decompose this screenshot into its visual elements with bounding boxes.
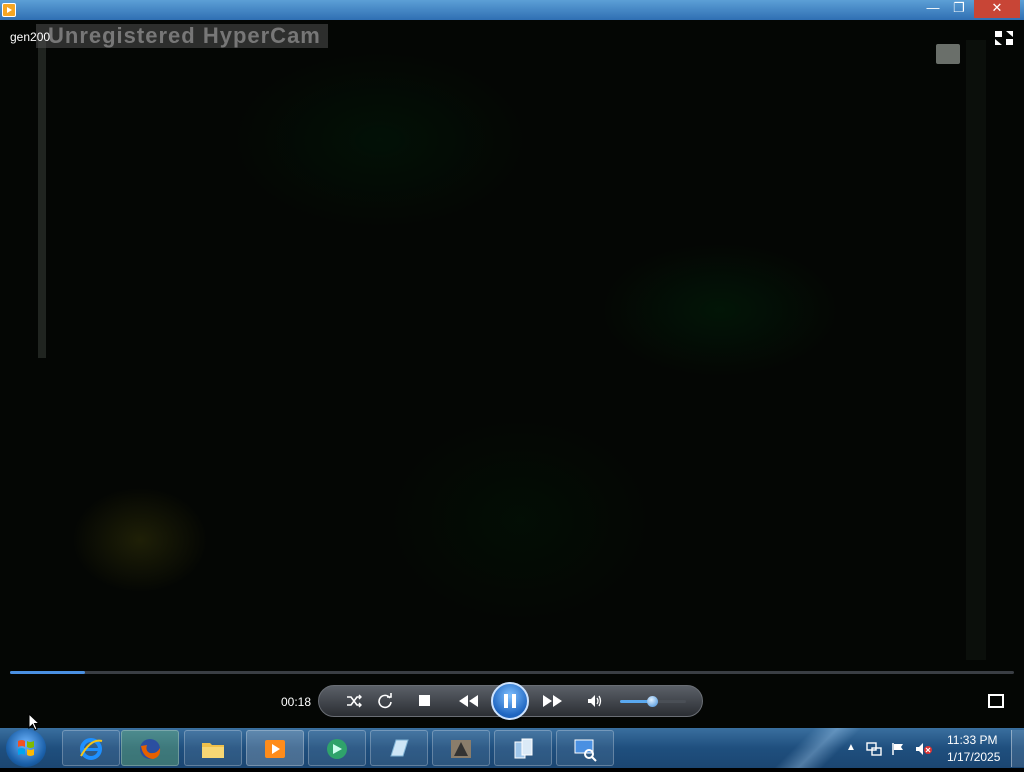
video-overlay-element xyxy=(936,44,960,64)
start-button[interactable] xyxy=(6,729,46,767)
taskbar-item-notepad[interactable] xyxy=(370,730,428,766)
title-bar xyxy=(0,0,1024,20)
media-player-icon xyxy=(265,740,285,758)
clock-time[interactable]: 11:33 PM xyxy=(947,733,997,747)
seek-bar-progress xyxy=(10,671,85,674)
volume-muted-icon[interactable] xyxy=(915,742,933,756)
clock-date[interactable]: 1/17/2025 xyxy=(947,750,1000,764)
taskbar-item-game[interactable] xyxy=(432,730,490,766)
restore-button[interactable]: ❐ xyxy=(946,0,972,18)
taskbar-item-internet-explorer[interactable] xyxy=(62,730,120,766)
watermark-text: Unregistered HyperCam 2 xyxy=(36,24,328,48)
speaker-icon[interactable] xyxy=(586,692,604,710)
messenger-icon xyxy=(327,739,347,759)
switch-library-icon[interactable] xyxy=(994,30,1014,46)
media-title: gen200 xyxy=(10,30,51,44)
stop-icon[interactable] xyxy=(419,695,430,706)
documents-icon xyxy=(514,738,533,759)
show-desktop-button[interactable] xyxy=(1011,730,1024,767)
shuffle-icon[interactable] xyxy=(345,692,363,710)
taskbar-item-media-player[interactable] xyxy=(246,730,304,766)
notepad-icon xyxy=(390,739,409,757)
firefox-icon xyxy=(140,739,161,759)
taskbar-item-documents[interactable] xyxy=(494,730,552,766)
taskbar-item-messenger[interactable] xyxy=(308,730,366,766)
media-player-app-icon[interactable] xyxy=(2,3,16,17)
video-frame-edge xyxy=(38,40,46,358)
repeat-icon[interactable] xyxy=(376,692,394,710)
internet-explorer-icon xyxy=(80,738,103,760)
mouse-cursor-icon xyxy=(28,713,40,731)
video-area[interactable] xyxy=(0,20,1024,728)
volume-slider-thumb[interactable] xyxy=(647,696,658,707)
windows-logo-icon xyxy=(18,740,34,756)
folder-icon xyxy=(202,743,224,758)
taskbar-item-network-search[interactable] xyxy=(556,730,614,766)
close-button[interactable]: ✕ xyxy=(974,0,1020,18)
fullscreen-icon[interactable] xyxy=(988,694,1004,708)
game-icon xyxy=(451,740,471,758)
fast-forward-icon[interactable] xyxy=(538,692,566,710)
elapsed-time: 00:18 xyxy=(281,695,312,709)
seek-bar[interactable] xyxy=(10,671,1014,674)
pause-button[interactable] xyxy=(491,682,529,720)
network-search-icon xyxy=(574,739,597,762)
rewind-icon[interactable] xyxy=(455,692,483,710)
show-hidden-icons-chevron-icon[interactable]: ▲ xyxy=(846,742,856,753)
network-icon[interactable] xyxy=(866,742,882,756)
taskbar-item-firefox[interactable] xyxy=(121,730,179,766)
taskbar-item-file-explorer[interactable] xyxy=(184,730,242,766)
action-center-flag-icon[interactable] xyxy=(891,742,905,756)
video-frame-edge xyxy=(966,40,986,660)
minimize-button[interactable]: — xyxy=(920,0,946,18)
